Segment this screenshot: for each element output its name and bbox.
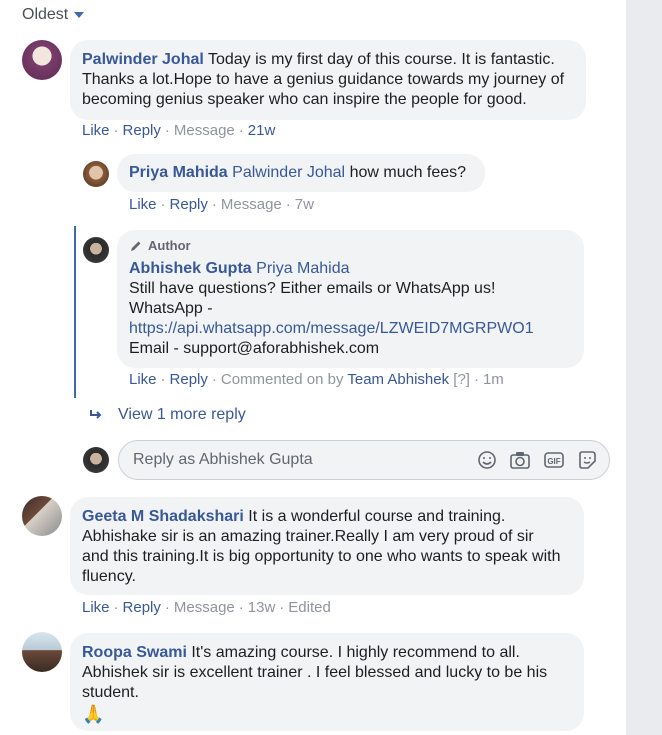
comment-text: Abhishek sir is excellent trainer . I fe… bbox=[82, 664, 548, 681]
comment-author[interactable]: Roopa Swami bbox=[82, 644, 187, 661]
avatar[interactable] bbox=[22, 632, 62, 672]
comment-actions: Like · Reply · Message · 7w bbox=[129, 196, 314, 213]
message-link[interactable]: Message bbox=[174, 122, 235, 139]
avatar[interactable] bbox=[83, 447, 109, 473]
emoji-icon[interactable] bbox=[477, 450, 497, 470]
author-badge-label: Author bbox=[148, 238, 191, 253]
reply-placeholder: Reply as Abhishek Gupta bbox=[133, 451, 313, 468]
comment-text: becoming genius speaker who can inspire … bbox=[82, 91, 527, 108]
sort-label: Oldest bbox=[22, 6, 69, 23]
timestamp[interactable]: 13w bbox=[248, 599, 276, 616]
whatsapp-link[interactable]: https://api.whatsapp.com/message/LZWEID7… bbox=[129, 319, 572, 339]
like-link[interactable]: Like bbox=[82, 599, 110, 616]
like-link[interactable]: Like bbox=[82, 122, 110, 139]
pencil-icon bbox=[131, 241, 141, 251]
timestamp[interactable]: 1m bbox=[483, 371, 504, 388]
message-link[interactable]: Message bbox=[221, 196, 282, 213]
sort-dropdown[interactable]: Oldest bbox=[22, 6, 85, 24]
like-link[interactable]: Like bbox=[129, 371, 157, 388]
timestamp[interactable]: 7w bbox=[295, 196, 314, 213]
like-link[interactable]: Like bbox=[129, 196, 157, 213]
comment-text: Still have questions? Either emails or W… bbox=[129, 280, 496, 297]
edited-label[interactable]: Edited bbox=[288, 599, 331, 616]
team-link[interactable]: Team Abhishek bbox=[347, 371, 449, 388]
comment-actions: Like · Reply · Message · 21w bbox=[82, 122, 276, 139]
right-gutter bbox=[626, 0, 662, 735]
avatar[interactable] bbox=[83, 237, 109, 263]
highlight-bar bbox=[74, 226, 76, 398]
reply-input[interactable]: Reply as Abhishek Gupta GIF bbox=[118, 440, 610, 480]
reply-link[interactable]: Reply bbox=[170, 371, 208, 388]
reply-bubble: Author Abhishek Gupta Priya Mahida Still… bbox=[117, 230, 584, 368]
mention-link[interactable]: Priya Mahida bbox=[256, 260, 349, 277]
view-more-replies[interactable]: View 1 more reply bbox=[88, 406, 246, 424]
message-link[interactable]: Message bbox=[174, 599, 235, 616]
comment-text: WhatsApp - bbox=[129, 300, 213, 317]
commented-by-label: Commented on by bbox=[220, 371, 344, 388]
comment-text: and this training.It is big opportunity … bbox=[82, 548, 561, 565]
comment-text: student. bbox=[82, 684, 139, 701]
reply-arrow-icon bbox=[90, 410, 102, 419]
comment-text: It is a wonderful course and training. bbox=[248, 508, 506, 525]
folded-hands-emoji: 🙏 bbox=[82, 704, 105, 724]
comment-text: Today is my first day of this course. It… bbox=[207, 51, 555, 68]
comment-text: Abhishake sir is an amazing trainer.Real… bbox=[82, 528, 534, 545]
camera-icon[interactable] bbox=[509, 450, 531, 470]
comment-bubble: Roopa Swami It's amazing course. I highl… bbox=[70, 633, 584, 731]
avatar[interactable] bbox=[83, 161, 109, 187]
comment-text: Thanks a lot.Hope to have a genius guida… bbox=[82, 71, 565, 88]
reply-bubble: Priya Mahida Palwinder Johal how much fe… bbox=[117, 154, 485, 192]
gif-icon[interactable]: GIF bbox=[543, 450, 565, 470]
comment-text: how much fees? bbox=[349, 164, 467, 181]
comment-actions: Like · Reply · Message · 13w · Edited bbox=[82, 599, 331, 616]
comment-author[interactable]: Priya Mahida bbox=[129, 164, 228, 181]
comment-actions: Like · Reply · Commented on by Team Abhishek… bbox=[129, 371, 504, 388]
caret-down-icon bbox=[74, 12, 85, 18]
comment-bubble: Geeta M Shadakshari It is a wonderful co… bbox=[70, 497, 584, 595]
view-more-label: View 1 more reply bbox=[118, 406, 246, 423]
comment-author[interactable]: Palwinder Johal bbox=[82, 51, 204, 68]
comment-author[interactable]: Abhishek Gupta bbox=[129, 260, 252, 277]
comment-text: fluency. bbox=[82, 568, 136, 585]
comment-text: Email - support@aforabhishek.com bbox=[129, 340, 380, 357]
help-link[interactable]: [?] bbox=[453, 371, 470, 388]
avatar[interactable] bbox=[22, 40, 62, 80]
avatar[interactable] bbox=[22, 496, 62, 536]
timestamp[interactable]: 21w bbox=[248, 122, 276, 139]
mention-link[interactable]: Palwinder Johal bbox=[232, 164, 345, 181]
reply-link[interactable]: Reply bbox=[170, 196, 208, 213]
svg-text:GIF: GIF bbox=[547, 457, 560, 466]
comment-author[interactable]: Geeta M Shadakshari bbox=[82, 508, 244, 525]
author-badge: Author bbox=[129, 236, 572, 256]
sticker-icon[interactable] bbox=[577, 450, 597, 470]
reply-link[interactable]: Reply bbox=[123, 599, 161, 616]
comment-bubble: Palwinder Johal Today is my first day of… bbox=[70, 40, 586, 120]
reply-link[interactable]: Reply bbox=[123, 122, 161, 139]
comment-text: It's amazing course. I highly recommend … bbox=[191, 644, 520, 661]
